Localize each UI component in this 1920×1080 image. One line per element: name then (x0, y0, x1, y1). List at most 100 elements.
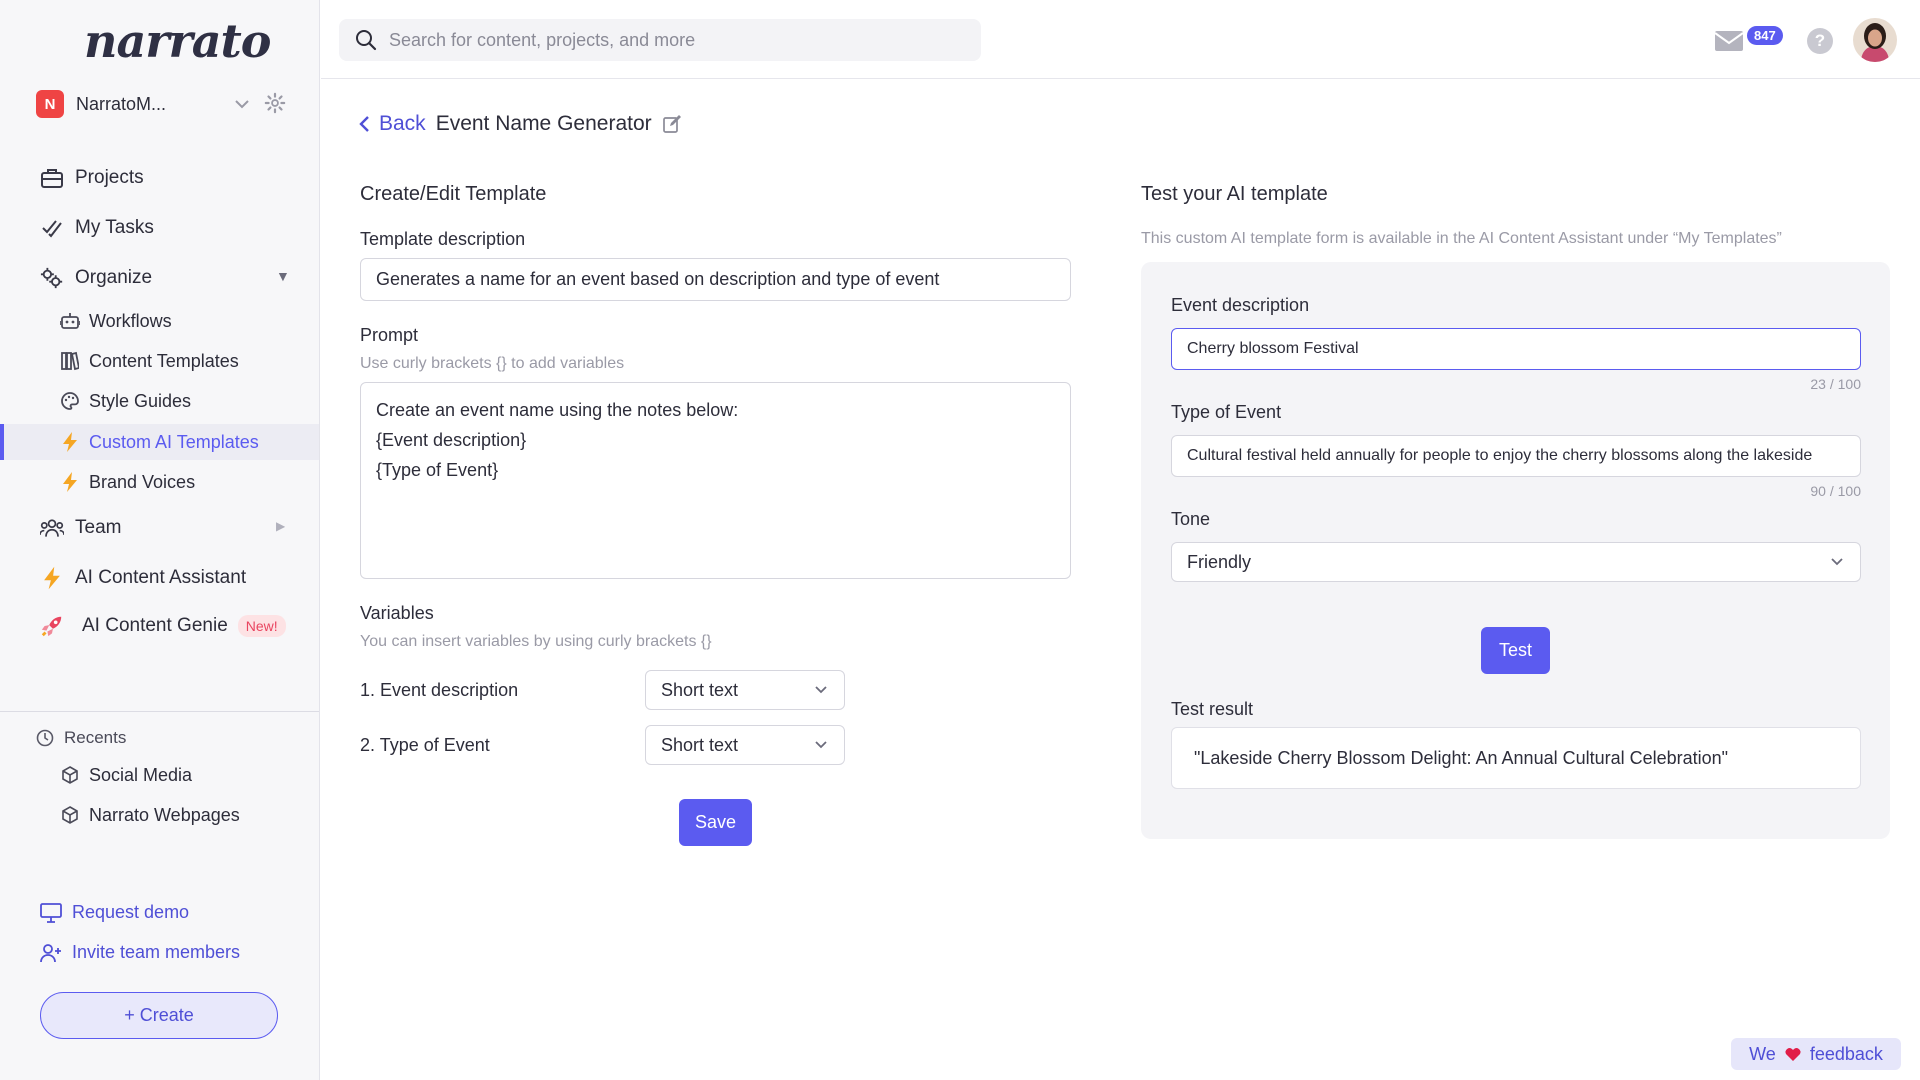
rocket-icon (40, 614, 64, 638)
new-badge: New! (237, 615, 286, 637)
template-description-field[interactable]: Generates a name for an event based on d… (360, 258, 1071, 301)
event-description-input[interactable]: Cherry blossom Festival (1171, 328, 1861, 370)
nav-projects[interactable]: Projects (40, 162, 144, 194)
nav-my-tasks[interactable]: My Tasks (40, 212, 154, 244)
template-description-label: Template description (360, 229, 526, 249)
invite-team-label: Invite team members (72, 942, 241, 962)
prompt-label: Prompt (360, 325, 419, 345)
event-description-label: Event description (1171, 295, 1310, 315)
type-of-event-input[interactable]: Cultural festival held annually for peop… (1171, 435, 1861, 477)
sidebar-item-label: Workflows (89, 310, 172, 331)
caret-right-icon[interactable]: ▶ (276, 519, 285, 533)
search-icon (355, 29, 377, 51)
recents-title: Recents (64, 728, 127, 747)
variable-label: 2. Type of Event (360, 735, 490, 755)
clock-icon (36, 729, 54, 747)
bolt-icon (40, 566, 64, 590)
back-link[interactable]: Back (379, 112, 426, 136)
nav-organize[interactable]: Organize (40, 262, 152, 294)
sidebar-item-label: Custom AI Templates (89, 431, 259, 452)
sidebar-item-label: Content Templates (89, 350, 239, 371)
recent-item-label: Social Media (89, 764, 193, 785)
caret-down-icon[interactable]: ▼ (276, 268, 290, 284)
test-result-output: "Lakeside Cherry Blossom Delight: An Ann… (1171, 727, 1861, 789)
workspace-name: NarratoM... (76, 93, 167, 114)
tester-section-title: Test your AI template (1141, 183, 1328, 205)
variables-hint: You can insert variables by using curly … (360, 633, 712, 650)
robot-icon (60, 311, 80, 331)
variable-type-value: Short text (661, 734, 739, 755)
nav-ai-content-genie[interactable]: AI Content Genie New! (40, 610, 286, 642)
type-of-event-label: Type of Event (1171, 402, 1282, 422)
type-of-event-counter: 90 / 100 (1810, 483, 1861, 499)
workspace-badge: N (36, 90, 64, 118)
tone-label: Tone (1171, 509, 1211, 529)
feedback-label: feedback (1809, 1043, 1883, 1064)
nav-my-tasks-label: My Tasks (75, 217, 154, 238)
sidebar-item-label: Brand Voices (89, 471, 196, 492)
variable-type-select[interactable]: Short text (645, 725, 845, 765)
heart-icon (1784, 1046, 1802, 1062)
chevron-left-icon[interactable] (357, 114, 371, 134)
nav-team-label: Team (75, 517, 122, 538)
chevron-down-icon[interactable] (232, 94, 252, 114)
books-icon (60, 351, 80, 371)
test-button[interactable]: Test (1481, 627, 1550, 674)
variable-type-select[interactable]: Short text (645, 670, 845, 710)
variable-label: 1. Event description (360, 680, 519, 700)
workspace-switcher[interactable]: N NarratoM... (36, 90, 286, 118)
bolt-icon (60, 472, 80, 492)
page-header: Back Event Name Generator (357, 112, 682, 136)
avatar[interactable] (1853, 18, 1897, 62)
recent-item-narrato-webpages[interactable]: Narrato Webpages (60, 800, 240, 830)
sidebar-item-content-templates[interactable]: Content Templates (60, 346, 239, 376)
people-icon (40, 516, 64, 540)
request-demo-link[interactable]: Request demo (40, 902, 189, 923)
sidebar-item-custom-ai-templates[interactable]: Custom AI Templates (60, 427, 259, 457)
mail-icon[interactable] (1714, 30, 1744, 52)
cube-icon (60, 765, 80, 785)
add-user-icon (40, 943, 62, 963)
sidebar: narrato N NarratoM... Projects My Tasks … (0, 0, 320, 1080)
recent-item-label: Narrato Webpages (89, 804, 240, 825)
checkmarks-icon (40, 216, 64, 240)
variable-type-value: Short text (661, 679, 739, 700)
page-title: Event Name Generator (435, 112, 652, 135)
mail-count-badge: 847 (1747, 26, 1783, 45)
feedback-button[interactable]: We feedback (1731, 1038, 1901, 1070)
chevron-down-icon (1829, 554, 1845, 570)
feedback-we: We (1749, 1043, 1776, 1064)
invite-team-link[interactable]: Invite team members (40, 942, 240, 963)
sidebar-item-workflows[interactable]: Workflows (60, 306, 172, 336)
palette-icon (60, 391, 80, 411)
nav-organize-label: Organize (75, 267, 153, 288)
tone-value: Friendly (1187, 551, 1252, 572)
nav-team[interactable]: Team (40, 512, 121, 544)
nav-ai-content-assistant[interactable]: AI Content Assistant (40, 562, 246, 594)
search-bar[interactable] (339, 19, 981, 61)
recent-item-social-media[interactable]: Social Media (60, 760, 192, 790)
cube-icon (60, 805, 80, 825)
gear-icon[interactable] (264, 92, 286, 114)
help-icon[interactable]: ? (1807, 28, 1833, 54)
narrato-logo[interactable]: narrato (84, 14, 271, 68)
briefcase-icon (40, 166, 64, 190)
tester-hint: This custom AI template form is availabl… (1141, 230, 1782, 247)
recents-header: Recents (36, 728, 126, 748)
sidebar-item-brand-voices[interactable]: Brand Voices (60, 467, 195, 497)
nav-ai-content-assistant-label: AI Content Assistant (75, 567, 247, 588)
editor-section-title: Create/Edit Template (360, 183, 547, 205)
monitor-icon (40, 902, 62, 923)
save-button[interactable]: Save (679, 799, 752, 846)
sidebar-item-style-guides[interactable]: Style Guides (60, 386, 191, 416)
tone-select[interactable]: Friendly (1171, 542, 1861, 582)
search-input[interactable] (389, 29, 949, 51)
create-button[interactable]: + Create (40, 992, 278, 1039)
edit-icon[interactable] (662, 114, 682, 134)
chevron-down-icon (813, 682, 829, 698)
sidebar-divider (0, 711, 319, 712)
test-result-label: Test result (1171, 699, 1254, 719)
prompt-textarea[interactable]: Create an event name using the notes bel… (360, 382, 1071, 579)
variables-label: Variables (360, 603, 434, 623)
nav-projects-label: Projects (75, 167, 144, 188)
